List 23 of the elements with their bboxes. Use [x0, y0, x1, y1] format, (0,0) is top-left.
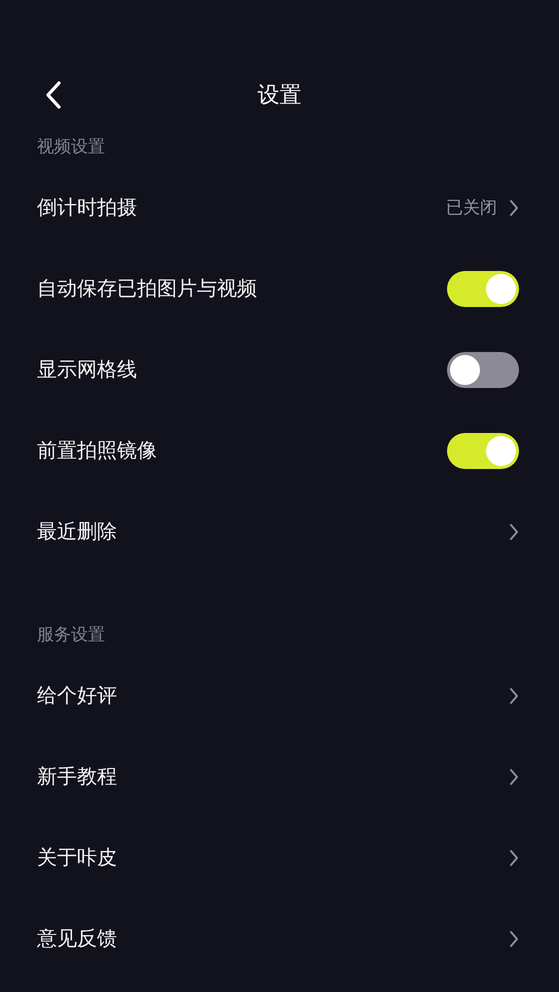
- chevron-right-icon[interactable]: [509, 522, 519, 540]
- setting-value: 已关闭: [446, 197, 497, 219]
- chevron-right-icon[interactable]: [509, 930, 519, 948]
- setting-label: 显示网格线: [37, 356, 137, 383]
- chevron-right-icon[interactable]: [509, 686, 519, 704]
- section-title: 视频设置: [37, 136, 105, 158]
- chevron-right-icon[interactable]: [509, 198, 519, 216]
- setting-label: 自动保存已拍图片与视频: [37, 275, 257, 302]
- setting-label: 倒计时拍摄: [37, 194, 137, 221]
- back-icon: [44, 80, 62, 110]
- toggle-switch[interactable]: [447, 432, 519, 468]
- setting-label: 关于咔皮: [37, 844, 117, 871]
- setting-label: 最近删除: [37, 518, 117, 545]
- chevron-right-icon[interactable]: [509, 768, 519, 786]
- toggle-switch[interactable]: [447, 352, 519, 388]
- setting-label: 前置拍照镜像: [37, 437, 157, 464]
- chevron-right-icon[interactable]: [509, 848, 519, 866]
- section-title: 服务设置: [37, 624, 105, 646]
- setting-label: 新手教程: [37, 763, 117, 790]
- setting-label: 给个好评: [37, 682, 117, 709]
- toggle-switch[interactable]: [447, 270, 519, 306]
- setting-label: 意见反馈: [37, 925, 117, 952]
- page-title: 设置: [258, 82, 302, 110]
